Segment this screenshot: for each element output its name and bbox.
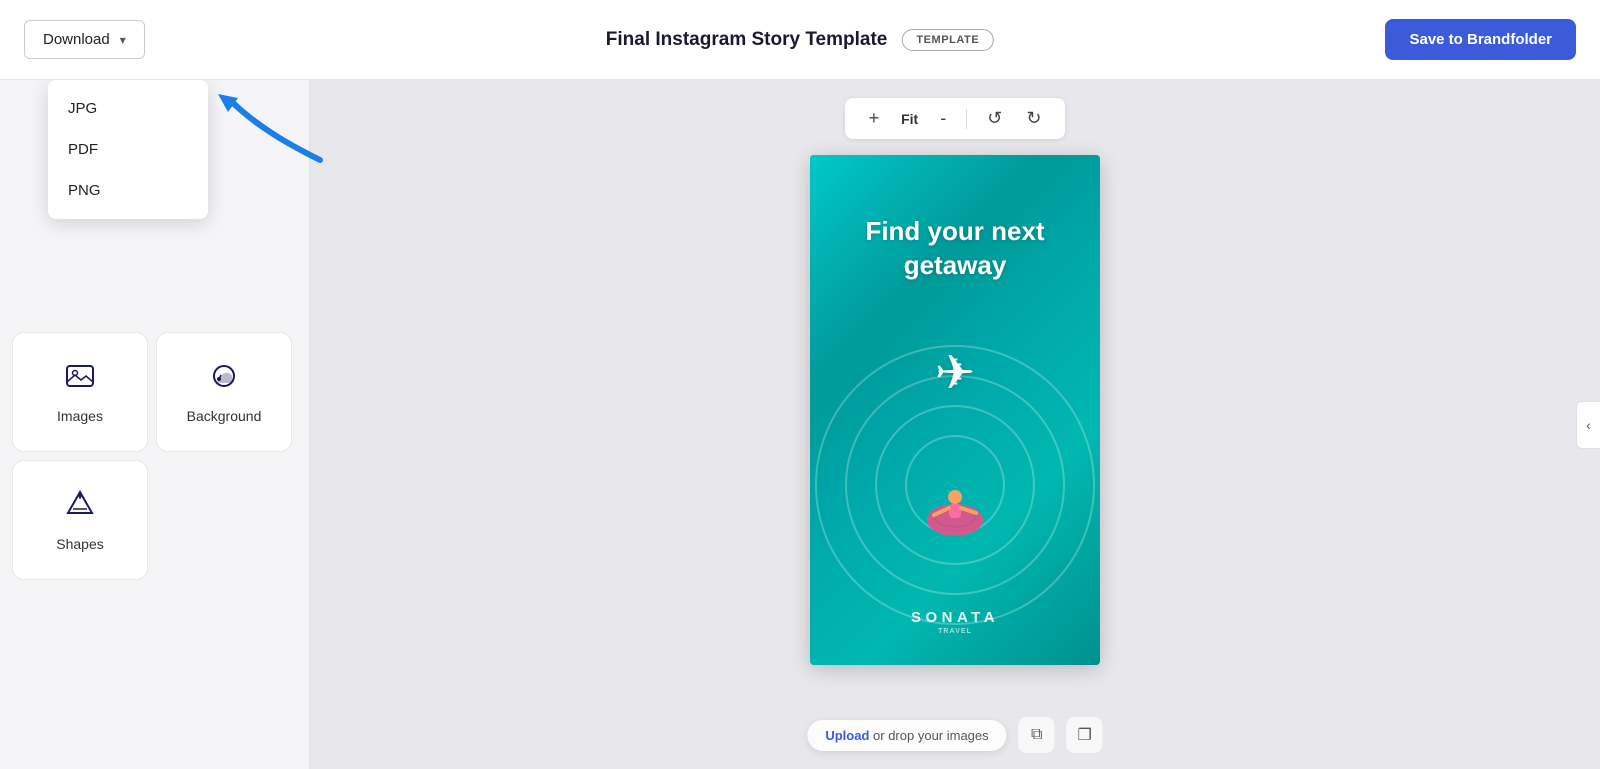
background-icon xyxy=(209,361,239,398)
chevron-down-icon: ▾ xyxy=(120,33,126,47)
sidebar-panels: Images Background xyxy=(0,320,309,592)
headline-line2: getaway xyxy=(810,249,1100,283)
drop-text: or drop your images xyxy=(873,728,989,743)
copy-button[interactable]: ⧉ xyxy=(1019,717,1055,753)
zoom-fit-label: Fit xyxy=(895,111,924,127)
tool-background[interactable]: Background xyxy=(156,332,292,452)
header-left: Download ▾ xyxy=(24,20,145,59)
undo-button[interactable]: ↺ xyxy=(979,106,1010,131)
canvas-headline: Find your next getaway xyxy=(810,215,1100,283)
download-label: Download xyxy=(43,31,110,48)
upload-link[interactable]: Upload xyxy=(825,728,869,743)
tool-images[interactable]: Images xyxy=(12,332,148,452)
canvas-area: + Fit - ↺ ↻ Find your next getaway ✈ xyxy=(310,80,1600,769)
float-person xyxy=(920,475,990,545)
dropdown-item-jpg[interactable]: JPG xyxy=(48,88,208,129)
header-center: Final Instagram Story Template TEMPLATE xyxy=(606,29,994,51)
canvas-brand: SONATA TRAVEL xyxy=(810,609,1100,635)
headline-line1: Find your next xyxy=(810,215,1100,249)
background-label: Background xyxy=(187,408,262,424)
save-to-brandfolder-button[interactable]: Save to Brandfolder xyxy=(1385,19,1576,60)
document-title: Final Instagram Story Template xyxy=(606,29,888,51)
airplane-icon: ✈ xyxy=(935,345,975,401)
header: Download ▾ Final Instagram Story Templat… xyxy=(0,0,1600,80)
main-content: JPG PDF PNG xyxy=(0,80,1600,769)
tool-shapes[interactable]: Shapes xyxy=(12,460,148,580)
right-collapse-button[interactable]: ‹ xyxy=(1576,401,1600,449)
sidebar: JPG PDF PNG xyxy=(0,80,310,769)
duplicate-button[interactable]: ❐ xyxy=(1067,717,1103,753)
redo-button[interactable]: ↻ xyxy=(1018,106,1049,131)
images-label: Images xyxy=(57,408,103,424)
download-dropdown-menu: JPG PDF PNG xyxy=(48,80,208,219)
upload-bar: Upload or drop your images ⧉ ❐ xyxy=(807,717,1102,753)
upload-pill: Upload or drop your images xyxy=(807,720,1006,751)
shapes-label: Shapes xyxy=(56,536,103,552)
template-badge: TEMPLATE xyxy=(901,29,994,51)
zoom-out-button[interactable]: - xyxy=(932,106,954,131)
dropdown-item-png[interactable]: PNG xyxy=(48,170,208,211)
zoom-bar: + Fit - ↺ ↻ xyxy=(845,98,1066,139)
zoom-in-button[interactable]: + xyxy=(861,106,888,131)
dropdown-item-pdf[interactable]: PDF xyxy=(48,129,208,170)
images-icon xyxy=(65,361,95,398)
download-button[interactable]: Download ▾ xyxy=(24,20,145,59)
brand-name: SONATA xyxy=(810,609,1100,626)
zoom-divider xyxy=(966,109,967,129)
shapes-icon xyxy=(65,489,95,526)
template-canvas: Find your next getaway ✈ SONATA TRAVE xyxy=(810,155,1100,665)
brand-sub: TRAVEL xyxy=(810,628,1100,635)
